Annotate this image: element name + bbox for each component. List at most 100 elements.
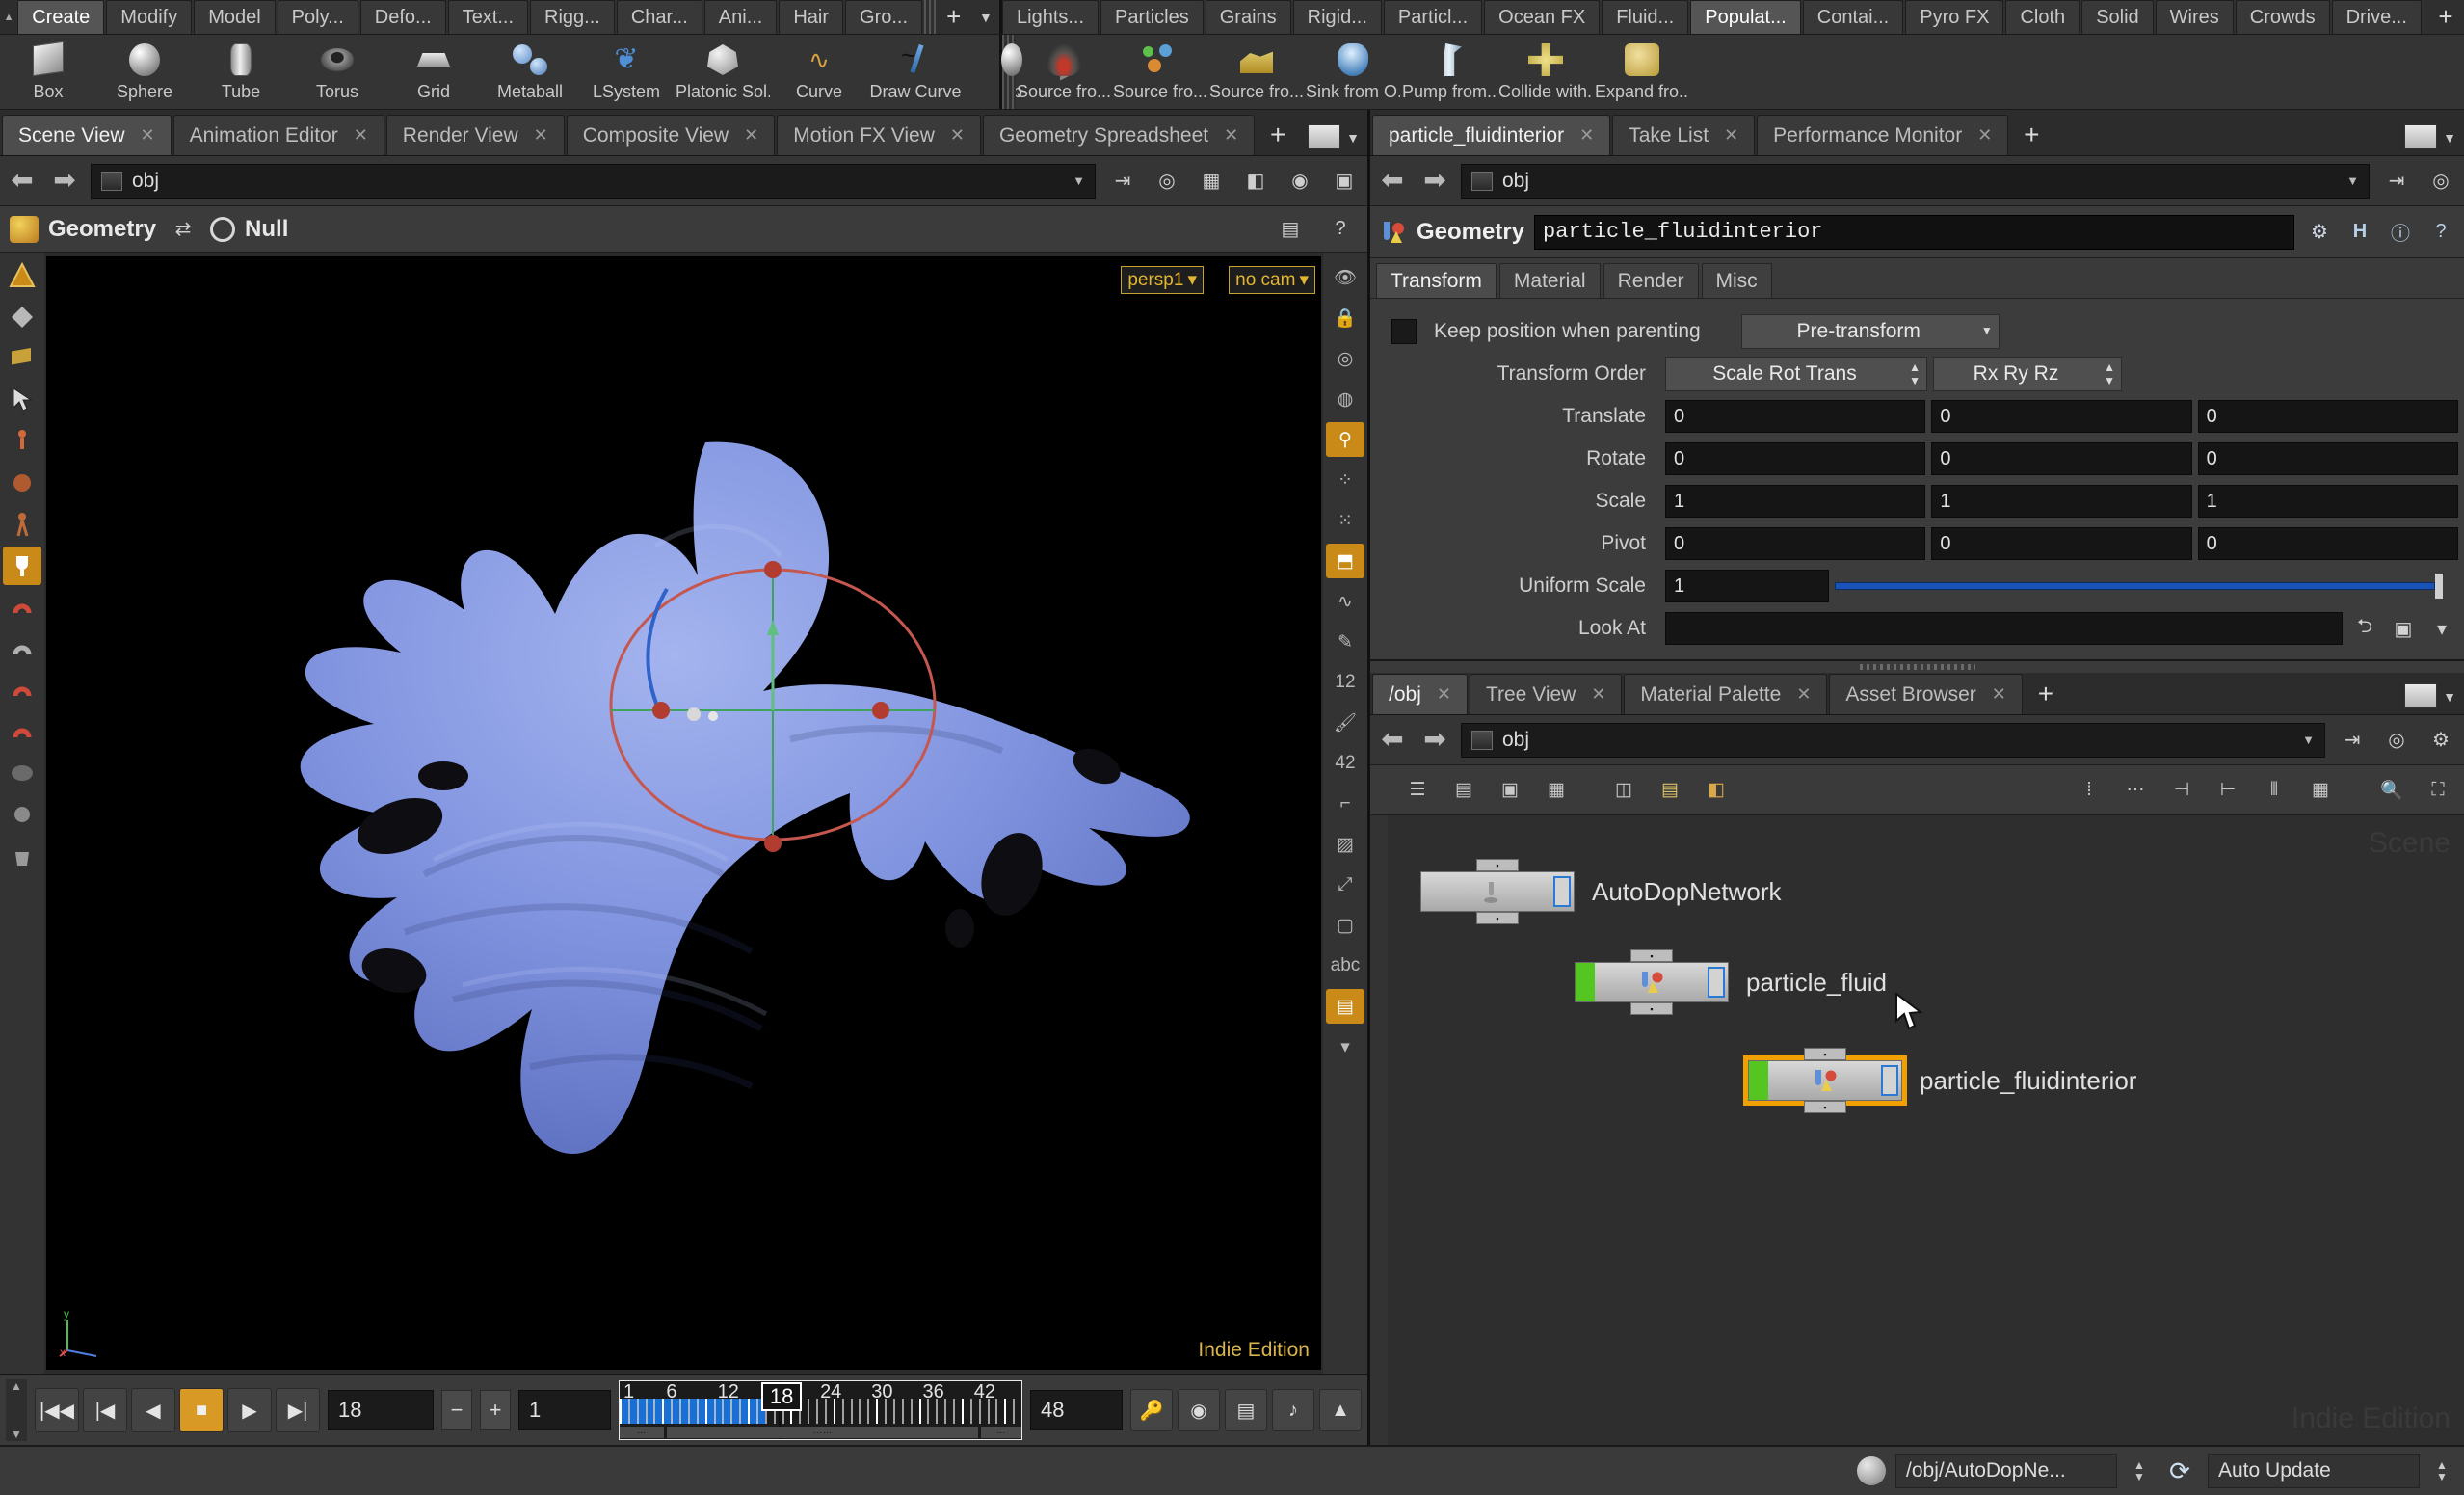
look-at-field[interactable] bbox=[1665, 612, 2343, 645]
transform-handle-gizmo[interactable] bbox=[599, 531, 946, 878]
timeline[interactable]: 16122430364248 18 ⋯ ⋯⋯ ⋯ bbox=[619, 1380, 1022, 1440]
shelf-tab-right-9[interactable]: Pyro FX bbox=[1905, 0, 2004, 34]
parameter-add-tab-button[interactable]: + bbox=[2010, 115, 2053, 155]
timeline-scrollbar[interactable]: ⋯ ⋯⋯ ⋯ bbox=[620, 1426, 1021, 1439]
tab-performance-monitor[interactable]: Performance Monitor ✕ bbox=[1757, 115, 2009, 155]
camera-lock-selector[interactable]: no cam ▾ bbox=[1229, 266, 1315, 294]
walk-tool-icon[interactable] bbox=[3, 505, 41, 544]
transform-order-menu[interactable]: Scale Rot Trans ▲ ▼ bbox=[1665, 357, 1927, 391]
frame-number-icon[interactable]: 12 bbox=[1326, 665, 1364, 700]
render-region-button[interactable]: ◉ bbox=[1283, 165, 1317, 198]
help-icon[interactable]: ? bbox=[2425, 217, 2456, 248]
param-back-arrow-icon[interactable]: ⬅ bbox=[1376, 166, 1409, 196]
shelf-tab-right-8[interactable]: Contai... bbox=[1802, 0, 1904, 34]
subtab-transform[interactable]: Transform bbox=[1376, 263, 1497, 298]
secure-selection-icon[interactable]: ⬒ bbox=[1326, 544, 1364, 578]
subtab-misc[interactable]: Misc bbox=[1701, 263, 1772, 298]
arrow-cursor-icon[interactable] bbox=[3, 381, 41, 419]
rotate-z-field[interactable]: 0 bbox=[2197, 442, 2458, 475]
shelf-tool-create-1[interactable]: Sphere bbox=[96, 35, 193, 109]
shelf-tool-populate-5[interactable]: Collide with... bbox=[1497, 35, 1594, 109]
chevron-down-icon[interactable]: ▼ bbox=[1073, 174, 1085, 188]
material-preview-icon[interactable] bbox=[3, 754, 41, 792]
close-icon[interactable]: ✕ bbox=[141, 125, 155, 146]
network-snapshot-icon[interactable]: ◫ bbox=[1605, 774, 1642, 807]
display-options-button[interactable]: ▦ bbox=[1194, 165, 1229, 198]
network-forward-arrow-icon[interactable]: ➡ bbox=[1418, 725, 1451, 755]
network-node[interactable]: ▪ ▪ AutoDopNetwork bbox=[1420, 859, 1782, 924]
node-display-flag[interactable] bbox=[1576, 963, 1595, 1001]
grid-display-icon[interactable]: ▨ bbox=[1326, 827, 1364, 862]
shelf-tool-create-6[interactable]: ❦ LSystem bbox=[578, 35, 675, 109]
shelf-add-tab-button[interactable]: + bbox=[935, 0, 972, 34]
shelf-tool-create-4[interactable]: Grid bbox=[385, 35, 482, 109]
network-thumbnail-icon[interactable]: ▣ bbox=[1492, 774, 1528, 807]
update-mode-stepper-icon[interactable]: ▲ ▼ bbox=[2429, 1459, 2454, 1482]
shelf-tab-menu-icon[interactable]: ▼ bbox=[971, 0, 1000, 34]
frame-increment-button[interactable]: + bbox=[480, 1390, 511, 1430]
shelf-tool-populate-3[interactable]: Sink from O... bbox=[1305, 35, 1401, 109]
shelf-tool-create-9[interactable]: Draw Curve bbox=[867, 35, 964, 109]
vector-display-icon[interactable]: ⤢ bbox=[1326, 868, 1364, 902]
viewport-settings-button[interactable]: ▣ bbox=[1327, 165, 1362, 198]
close-icon[interactable]: ✕ bbox=[950, 125, 965, 146]
tab--obj[interactable]: /obj ✕ bbox=[1372, 674, 1468, 714]
distribute-icon[interactable]: ⫴ bbox=[2256, 774, 2292, 807]
ghost-icon[interactable]: ◎ bbox=[1326, 341, 1364, 376]
lock-icon[interactable]: 🔒 bbox=[1326, 301, 1364, 335]
step-back-button[interactable]: ◀ bbox=[131, 1388, 175, 1432]
node-input-connector[interactable]: ▪ bbox=[1804, 1048, 1846, 1060]
pen-icon[interactable]: ✎ bbox=[1326, 625, 1364, 659]
close-icon[interactable]: ✕ bbox=[1224, 125, 1238, 146]
tab-scene-view[interactable]: Scene View ✕ bbox=[2, 115, 172, 155]
viewport-canvas[interactable]: persp1 ▾ no cam ▾ Indie Edition y x bbox=[46, 256, 1321, 1370]
subdivision-level-icon[interactable]: 42 bbox=[1326, 746, 1364, 781]
network-target-button[interactable]: ◎ bbox=[2379, 724, 2414, 757]
current-frame-field[interactable]: 18 bbox=[328, 1390, 434, 1430]
tab-motion-fx-view[interactable]: Motion FX View ✕ bbox=[777, 115, 981, 155]
node-box[interactable]: ▪ ▪ bbox=[1420, 859, 1575, 924]
multi-point-snap-icon[interactable]: ⁙ bbox=[1326, 503, 1364, 538]
viewport-help-icon[interactable]: ? bbox=[1323, 213, 1358, 246]
pivot-x-field[interactable]: 0 bbox=[1665, 527, 1926, 560]
multi-snap-icon[interactable] bbox=[3, 629, 41, 668]
grid-snap-network-icon[interactable]: ▦ bbox=[2302, 774, 2339, 807]
shelf-tab-right-1[interactable]: Particles bbox=[1100, 0, 1204, 34]
shelf-tab-right-13[interactable]: Crowds bbox=[2235, 0, 2330, 34]
scene-view-add-tab-button[interactable]: + bbox=[1257, 115, 1299, 155]
pane-layout-icon[interactable] bbox=[1308, 124, 1341, 149]
tab-material-palette[interactable]: Material Palette ✕ bbox=[1624, 674, 1828, 714]
param-forward-arrow-icon[interactable]: ➡ bbox=[1418, 166, 1451, 196]
shelf-tab-right-3[interactable]: Rigid... bbox=[1292, 0, 1382, 34]
network-back-arrow-icon[interactable]: ⬅ bbox=[1376, 725, 1409, 755]
playbar-scroll[interactable]: ▲ ▼ bbox=[6, 1379, 27, 1441]
shelf-tab-left-9[interactable]: Hair bbox=[779, 0, 844, 34]
globe-icon[interactable]: ◍ bbox=[1326, 382, 1364, 416]
subtab-material[interactable]: Material bbox=[1498, 263, 1601, 298]
node-output-flag[interactable] bbox=[1553, 876, 1571, 907]
shelf-tab-right-5[interactable]: Ocean FX bbox=[1484, 0, 1601, 34]
network-node[interactable]: ▪ ▪ particle_fluid bbox=[1575, 949, 1887, 1015]
param-pin-button[interactable]: ⇥ bbox=[2379, 165, 2414, 198]
node-output-connector[interactable]: ▪ bbox=[1476, 912, 1519, 924]
network-settings-button[interactable]: ⚙ bbox=[2424, 724, 2458, 757]
look-at-link-icon[interactable]: ⮌ bbox=[2348, 612, 2381, 645]
shelf-tool-create-0[interactable]: Box bbox=[0, 35, 96, 109]
network-list-icon[interactable]: ☰ bbox=[1399, 774, 1436, 807]
shelf-scroll-up-icon[interactable]: ▲ bbox=[0, 0, 18, 34]
scale-z-field[interactable]: 1 bbox=[2197, 485, 2458, 518]
previous-keyframe-button[interactable]: |◀ bbox=[83, 1388, 127, 1432]
node-name-field[interactable]: particle_fluidinterior bbox=[1534, 214, 2294, 250]
snapping-tool-icon[interactable] bbox=[3, 547, 41, 585]
forward-arrow-icon[interactable]: ➡ bbox=[48, 166, 81, 196]
close-icon[interactable]: ✕ bbox=[354, 125, 368, 146]
network-pane-layout-icon[interactable] bbox=[2404, 683, 2438, 708]
keep-position-checkbox[interactable] bbox=[1391, 319, 1417, 344]
scene-path-field[interactable]: obj ▼ bbox=[91, 163, 1096, 199]
shelf-tool-create-3[interactable]: Torus bbox=[289, 35, 385, 109]
node-box[interactable]: ▪ ▪ bbox=[1575, 949, 1729, 1015]
network-palette-icon[interactable]: ◧ bbox=[1698, 774, 1735, 807]
shelf-tool-create-7[interactable]: Platonic Sol... bbox=[675, 35, 771, 109]
shelf-tab-right-0[interactable]: Lights... bbox=[1002, 0, 1100, 34]
shelf-tab-left-7[interactable]: Char... bbox=[616, 0, 702, 34]
